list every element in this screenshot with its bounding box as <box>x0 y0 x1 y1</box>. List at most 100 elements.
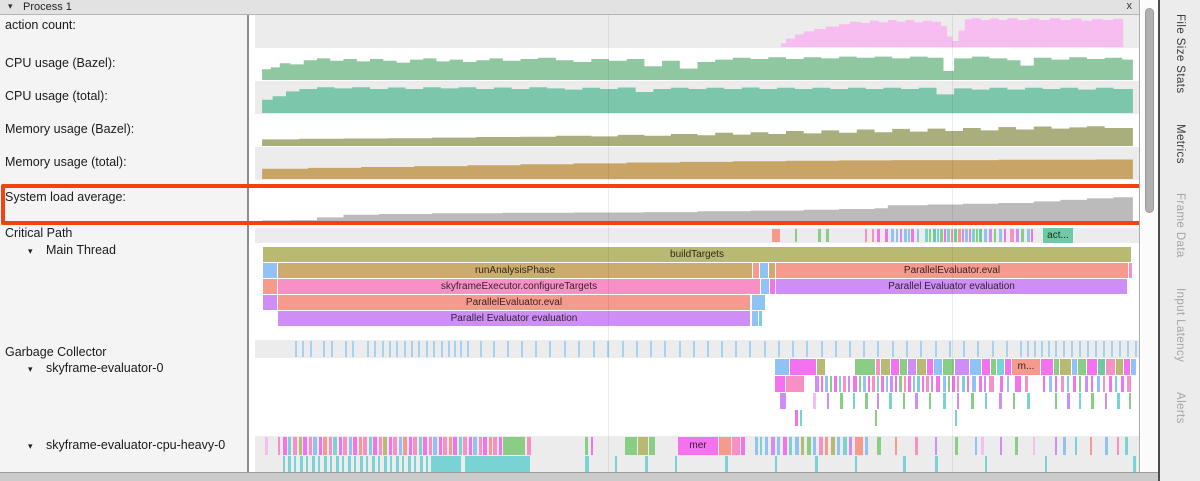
gc-event-tick[interactable] <box>331 341 333 357</box>
flame-frame[interactable] <box>1054 359 1059 375</box>
critical-path-slice[interactable] <box>1004 229 1006 242</box>
gc-event-tick[interactable] <box>564 341 566 357</box>
flame-frame[interactable] <box>889 393 892 409</box>
flame-frame[interactable] <box>915 393 918 409</box>
flame-frame[interactable] <box>465 456 530 472</box>
flame-frame[interactable] <box>929 393 931 409</box>
critical-path-slice[interactable] <box>865 229 867 242</box>
gc-event-tick[interactable] <box>448 341 450 357</box>
flame-frame[interactable] <box>825 376 828 392</box>
flame-frame[interactable] <box>1079 393 1081 409</box>
flame-frame[interactable] <box>853 376 857 392</box>
counter-track-mem-total[interactable] <box>255 147 1140 180</box>
critical-path-slice[interactable] <box>1016 229 1019 242</box>
gc-event-tick[interactable] <box>367 341 369 357</box>
flame-frame[interactable] <box>1131 359 1136 375</box>
flame-frame[interactable] <box>1060 359 1071 375</box>
flame-frame[interactable] <box>408 456 411 472</box>
critical-path-slice[interactable] <box>947 229 950 242</box>
gc-event-tick[interactable] <box>992 341 994 357</box>
flame-frame[interactable] <box>834 376 837 392</box>
evaluator0-collapse-icon[interactable]: ▾ <box>28 364 33 375</box>
flame-frame[interactable] <box>342 456 344 472</box>
flame-frame[interactable] <box>985 456 987 472</box>
gc-event-tick[interactable] <box>460 341 462 357</box>
flame-frame[interactable] <box>759 311 762 326</box>
gc-event-tick[interactable] <box>493 341 495 357</box>
critical-path-slice[interactable] <box>917 229 919 242</box>
flame-frame[interactable] <box>877 393 879 409</box>
gc-event-tick[interactable] <box>835 341 837 357</box>
gc-event-tick[interactable] <box>535 341 537 357</box>
flame-frame[interactable] <box>1103 376 1105 392</box>
flame-frame[interactable] <box>278 437 280 455</box>
flame-frame[interactable] <box>1015 437 1018 455</box>
flame-frame[interactable] <box>1117 437 1119 455</box>
critical-path-slice[interactable] <box>962 229 964 242</box>
flame-frame[interactable] <box>1013 393 1015 409</box>
flame-frame[interactable] <box>1072 359 1077 375</box>
flame-frame[interactable] <box>419 437 422 455</box>
flame-frame[interactable] <box>872 376 875 392</box>
flame-frame[interactable] <box>413 437 417 455</box>
critical-path-slice[interactable] <box>929 229 931 242</box>
flame-frame[interactable] <box>753 263 759 278</box>
critical-path-action-slice[interactable]: act... <box>1043 228 1073 243</box>
flame-frame[interactable] <box>483 437 487 455</box>
gc-event-tick[interactable] <box>382 341 384 357</box>
flame-frame[interactable] <box>955 410 957 426</box>
flame-frame[interactable] <box>369 437 372 455</box>
flame-frame[interactable] <box>439 437 442 455</box>
gc-event-tick[interactable] <box>345 341 347 357</box>
flame-frame[interactable] <box>1087 359 1097 375</box>
flame-frame[interactable] <box>890 376 893 392</box>
critical-path-slice[interactable] <box>904 229 907 242</box>
flame-frame[interactable] <box>299 437 302 455</box>
flame-frame[interactable] <box>1091 393 1094 409</box>
gc-event-tick[interactable] <box>389 341 391 357</box>
gc-event-tick[interactable] <box>977 341 979 357</box>
flame-frame[interactable] <box>399 437 402 455</box>
flame-frame[interactable] <box>293 437 297 455</box>
flame-frame[interactable] <box>1000 376 1003 392</box>
flame-frame[interactable] <box>771 437 775 455</box>
flame-frame[interactable] <box>585 456 589 472</box>
flame-frame[interactable] <box>777 437 780 455</box>
flame-frame[interactable] <box>877 376 879 392</box>
flame-frame[interactable] <box>904 376 906 392</box>
flame-frame[interactable] <box>443 437 447 455</box>
flame-frame[interactable] <box>1043 376 1045 392</box>
flame-frame[interactable] <box>300 456 303 472</box>
flame-frame[interactable] <box>473 437 477 455</box>
flame-frame[interactable] <box>339 437 342 455</box>
flame-frame[interactable] <box>1015 376 1021 392</box>
flame-frame[interactable] <box>865 393 868 409</box>
gc-event-tick[interactable] <box>1119 341 1121 357</box>
flame-frame[interactable] <box>318 456 320 472</box>
flame-frame[interactable] <box>1133 456 1136 472</box>
flame-frame[interactable] <box>389 437 392 455</box>
flame-frame[interactable] <box>1055 393 1057 409</box>
vertical-scrollbar-thumb[interactable] <box>1145 8 1154 213</box>
flame-frame[interactable] <box>433 437 437 455</box>
flame-frame[interactable] <box>1105 393 1107 409</box>
gc-event-tick[interactable] <box>1041 341 1043 357</box>
gc-event-tick[interactable] <box>920 341 922 357</box>
flame-frame[interactable] <box>265 437 268 455</box>
gc-event-tick[interactable] <box>806 341 808 357</box>
flame-frame[interactable] <box>675 456 677 472</box>
critical-path-slice[interactable] <box>900 229 902 242</box>
flame-frame[interactable] <box>813 437 816 455</box>
flame-frame[interactable] <box>585 437 588 455</box>
critical-path-slice[interactable] <box>999 229 1002 242</box>
gc-event-tick[interactable] <box>1127 341 1129 357</box>
flame-frame[interactable] <box>1063 437 1066 455</box>
flame-frame[interactable] <box>859 376 861 392</box>
flame-frame[interactable]: ParallelEvaluator.eval <box>278 295 750 310</box>
main-thread-collapse-icon[interactable]: ▾ <box>28 246 33 257</box>
critical-path-slice[interactable] <box>911 229 914 242</box>
flame-frame[interactable] <box>402 456 404 472</box>
flame-frame[interactable] <box>903 393 905 409</box>
flame-frame[interactable] <box>989 376 994 392</box>
flame-frame[interactable] <box>775 456 777 472</box>
